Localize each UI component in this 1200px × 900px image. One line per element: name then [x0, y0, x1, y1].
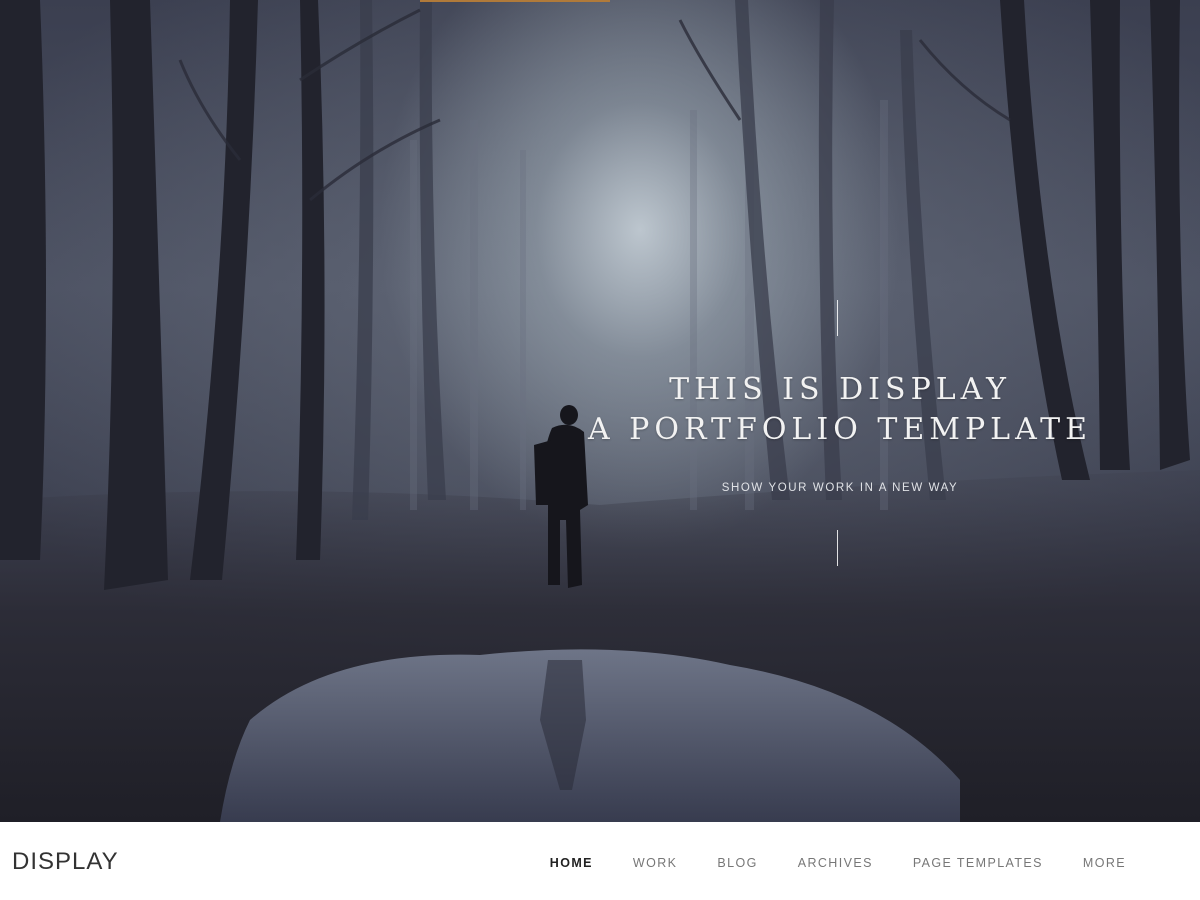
- hero-headline-line2: A PORTFOLIO TEMPLATE: [587, 412, 1093, 447]
- site-logo[interactable]: DISPLAY: [12, 848, 119, 876]
- nav-item-archives[interactable]: ARCHIVES: [798, 856, 873, 870]
- nav-item-home[interactable]: HOME: [550, 856, 593, 870]
- nav-item-work[interactable]: WORK: [633, 856, 678, 870]
- main-navigation: HOME WORK BLOG ARCHIVES PAGE TEMPLATES M…: [510, 856, 1126, 870]
- hero-tagline: SHOW YOUR WORK IN A NEW WAY: [721, 482, 959, 494]
- decorative-line-top: [837, 300, 838, 336]
- decorative-line-bottom: [837, 530, 838, 566]
- nav-item-blog[interactable]: BLOG: [717, 856, 757, 870]
- hero-headline: THIS IS DISPLAY A PORTFOLIO TEMPLATE: [560, 370, 1120, 450]
- nav-item-page-templates[interactable]: PAGE TEMPLATES: [913, 856, 1043, 870]
- site-header: DISPLAY HOME WORK BLOG ARCHIVES PAGE TEM…: [0, 822, 1200, 900]
- hero-text-block: THIS IS DISPLAY A PORTFOLIO TEMPLATE SHO…: [560, 370, 1120, 494]
- nav-item-more[interactable]: MORE: [1083, 856, 1126, 870]
- top-accent-bar: [420, 0, 610, 2]
- hero-headline-line1: THIS IS DISPLAY: [669, 372, 1011, 407]
